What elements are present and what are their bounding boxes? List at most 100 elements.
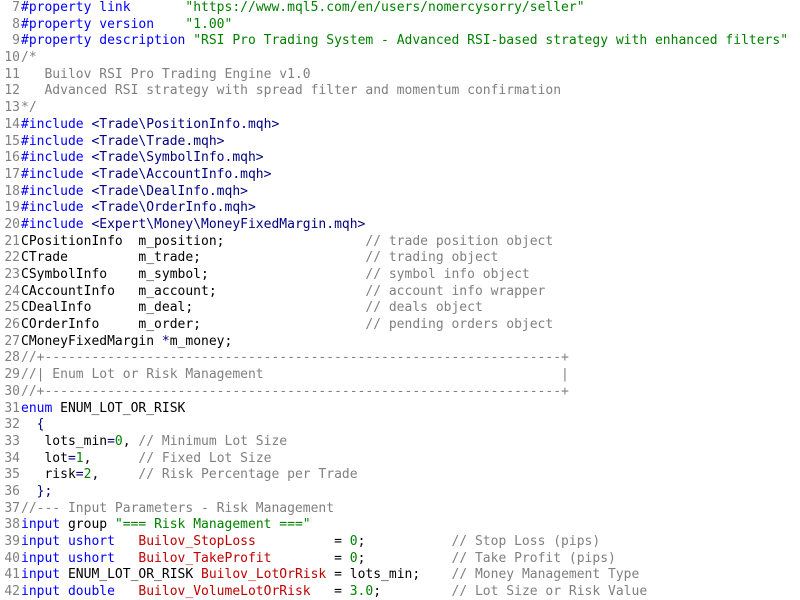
code-line[interactable]: 41 input ENUM_LOT_OR_RISK Builov_LotOrRis… xyxy=(0,567,800,584)
code-token: enum xyxy=(21,400,53,416)
line-number: 13 xyxy=(4,100,20,116)
code-token: // pending orders object xyxy=(365,317,554,333)
code-line[interactable]: 35 risk=2, // Risk Percentage per Trade xyxy=(0,467,800,484)
line-number: 40 xyxy=(4,550,20,566)
code-line[interactable]: 36 }; xyxy=(0,484,800,501)
code-line[interactable]: 17 #include <Trade\AccountInfo.mqh> xyxy=(0,167,800,184)
line-number: 23 xyxy=(4,267,20,282)
line-number: 36 xyxy=(4,483,20,499)
code-token: // Minimum Lot Size xyxy=(138,433,288,449)
code-line[interactable]: 14 #include <Trade\PositionInfo.mqh> xyxy=(0,117,800,134)
code-token: // Risk Percentage per Trade xyxy=(138,467,358,483)
code-text: input ushort Builov_StopLoss = 0; // Sto… xyxy=(20,534,600,551)
code-text: #include <Trade\Trade.mqh> xyxy=(20,134,225,151)
code-token: // account info wrapper xyxy=(365,283,546,299)
code-text: #include <Expert\Money\MoneyFixedMargin.… xyxy=(20,217,365,234)
code-text: CDealInfo m_deal; // deals object xyxy=(20,300,483,317)
code-text: #property link "https://www.mql5.com/en/… xyxy=(20,0,585,17)
line-number: 38 xyxy=(4,517,20,533)
code-line[interactable]: 12 Advanced RSI strategy with spread fil… xyxy=(0,83,800,100)
code-token: #include xyxy=(21,200,84,216)
code-text: #property description "RSI Pro Trading S… xyxy=(20,33,788,50)
code-token: #property xyxy=(21,0,92,15)
code-line[interactable]: 22 CTrade m_trade; // trading object xyxy=(0,250,800,267)
line-number: 18 xyxy=(4,183,20,199)
code-line[interactable]: 10/* xyxy=(0,50,800,67)
code-token: #include xyxy=(21,183,84,199)
code-token: // Money Management Type xyxy=(451,567,640,583)
code-line[interactable]: 42 input double Builov_VolumeLotOrRisk = … xyxy=(0,584,800,600)
code-token: "https://www.mql5.com/en/users/nomercyso… xyxy=(185,0,585,15)
code-token: // symbol info object xyxy=(365,267,530,282)
code-line[interactable]: 34 lot=1, // Fixed Lot Size xyxy=(0,451,800,468)
code-token: , xyxy=(91,467,139,483)
code-line[interactable]: 11 Builov RSI Pro Trading Engine v1.0 xyxy=(0,67,800,84)
code-token: // Fixed Lot Size xyxy=(138,450,272,466)
line-number: 37 xyxy=(4,500,20,516)
code-token: version xyxy=(91,16,186,32)
line-number: 10 xyxy=(4,50,20,66)
code-token: //| Enum Lot or Risk Management | xyxy=(21,367,569,383)
code-line[interactable]: 8 #property version "1.00" xyxy=(0,17,800,34)
code-line[interactable]: 31 enum ENUM_LOT_OR_RISK xyxy=(0,401,800,418)
code-line[interactable]: 27 CMoneyFixedMargin *m_money; xyxy=(0,334,800,351)
code-line[interactable]: 23 CSymbolInfo m_symbol; // symbol info o… xyxy=(0,267,800,284)
code-token: <Trade\Trade.mqh> xyxy=(83,133,225,149)
line-number: 19 xyxy=(4,200,20,216)
code-line[interactable]: 26 COrderInfo m_order; // pending orders … xyxy=(0,317,800,334)
code-line[interactable]: 20 #include <Expert\Money\MoneyFixedMargi… xyxy=(0,217,800,234)
code-line[interactable]: 24 CAccountInfo m_account; // account inf… xyxy=(0,284,800,301)
line-number: 8 xyxy=(12,16,20,32)
code-editor[interactable]: 7 #property link "https://www.mql5.com/en… xyxy=(0,0,800,600)
code-token: CMoneyFixedMargin xyxy=(21,333,162,349)
code-token: <Trade\PositionInfo.mqh> xyxy=(83,116,280,132)
code-token: #property xyxy=(21,16,92,32)
code-token: ; xyxy=(357,534,452,549)
line-number: 27 xyxy=(4,333,20,349)
line-number: 39 xyxy=(4,534,20,549)
code-text: /* xyxy=(20,50,37,67)
code-token: 1 xyxy=(75,450,84,466)
code-line[interactable]: 39 input ushort Builov_StopLoss = 0; // S… xyxy=(0,534,800,551)
line-number: 17 xyxy=(4,166,20,182)
code-text: CAccountInfo m_account; // account info … xyxy=(20,284,545,301)
code-token: input xyxy=(21,517,61,533)
code-line[interactable]: 19 #include <Trade\OrderInfo.mqh> xyxy=(0,200,800,217)
code-line[interactable]: 15 #include <Trade\Trade.mqh> xyxy=(0,134,800,151)
code-line[interactable]: 38 input group "=== Risk Management ===" xyxy=(0,517,800,534)
line-number: 12 xyxy=(4,83,20,99)
line-number: 20 xyxy=(4,216,20,232)
code-text: #include <Trade\SymbolInfo.mqh> xyxy=(20,150,264,167)
line-number: 11 xyxy=(4,66,20,82)
code-line[interactable]: 9 #property description "RSI Pro Trading … xyxy=(0,33,800,50)
code-token: = xyxy=(310,584,350,600)
code-token: 0 xyxy=(349,550,358,566)
code-token: #include xyxy=(21,166,84,182)
code-line[interactable]: 32 { xyxy=(0,417,800,434)
code-line[interactable]: 7 #property link "https://www.mql5.com/en… xyxy=(0,0,800,17)
code-line[interactable]: 21 CPositionInfo m_position; // trade pos… xyxy=(0,234,800,251)
code-line[interactable]: 37//--- Input Parameters - Risk Manageme… xyxy=(0,501,800,518)
code-line[interactable]: 13 */ xyxy=(0,100,800,117)
code-token: COrderInfo m_order; xyxy=(21,317,366,333)
code-line[interactable]: 25 CDealInfo m_deal; // deals object xyxy=(0,300,800,317)
code-line[interactable]: 16 #include <Trade\SymbolInfo.mqh> xyxy=(0,150,800,167)
code-text: Advanced RSI strategy with spread filter… xyxy=(20,83,561,100)
code-token: input ushort xyxy=(21,550,115,566)
code-token: #include xyxy=(21,150,84,166)
code-text: }; xyxy=(20,484,53,501)
code-line[interactable]: 28//+-----------------------------------… xyxy=(0,350,800,367)
code-token: // trading object xyxy=(365,250,499,266)
code-line[interactable]: 29//| Enum Lot or Risk Management | xyxy=(0,367,800,384)
code-text: CMoneyFixedMargin *m_money; xyxy=(20,334,232,351)
line-number: 30 xyxy=(4,383,20,399)
code-token: Advanced RSI strategy with spread filter… xyxy=(21,83,562,99)
code-line[interactable]: 33 lots_min=0, // Minimum Lot Size xyxy=(0,434,800,451)
code-line[interactable]: 40 input ushort Builov_TakeProfit = 0; //… xyxy=(0,551,800,568)
code-token: "1.00" xyxy=(185,16,233,32)
code-line[interactable]: 18 #include <Trade\DealInfo.mqh> xyxy=(0,184,800,201)
code-line[interactable]: 30//+-----------------------------------… xyxy=(0,384,800,401)
code-text: //+-------------------------------------… xyxy=(20,384,569,401)
